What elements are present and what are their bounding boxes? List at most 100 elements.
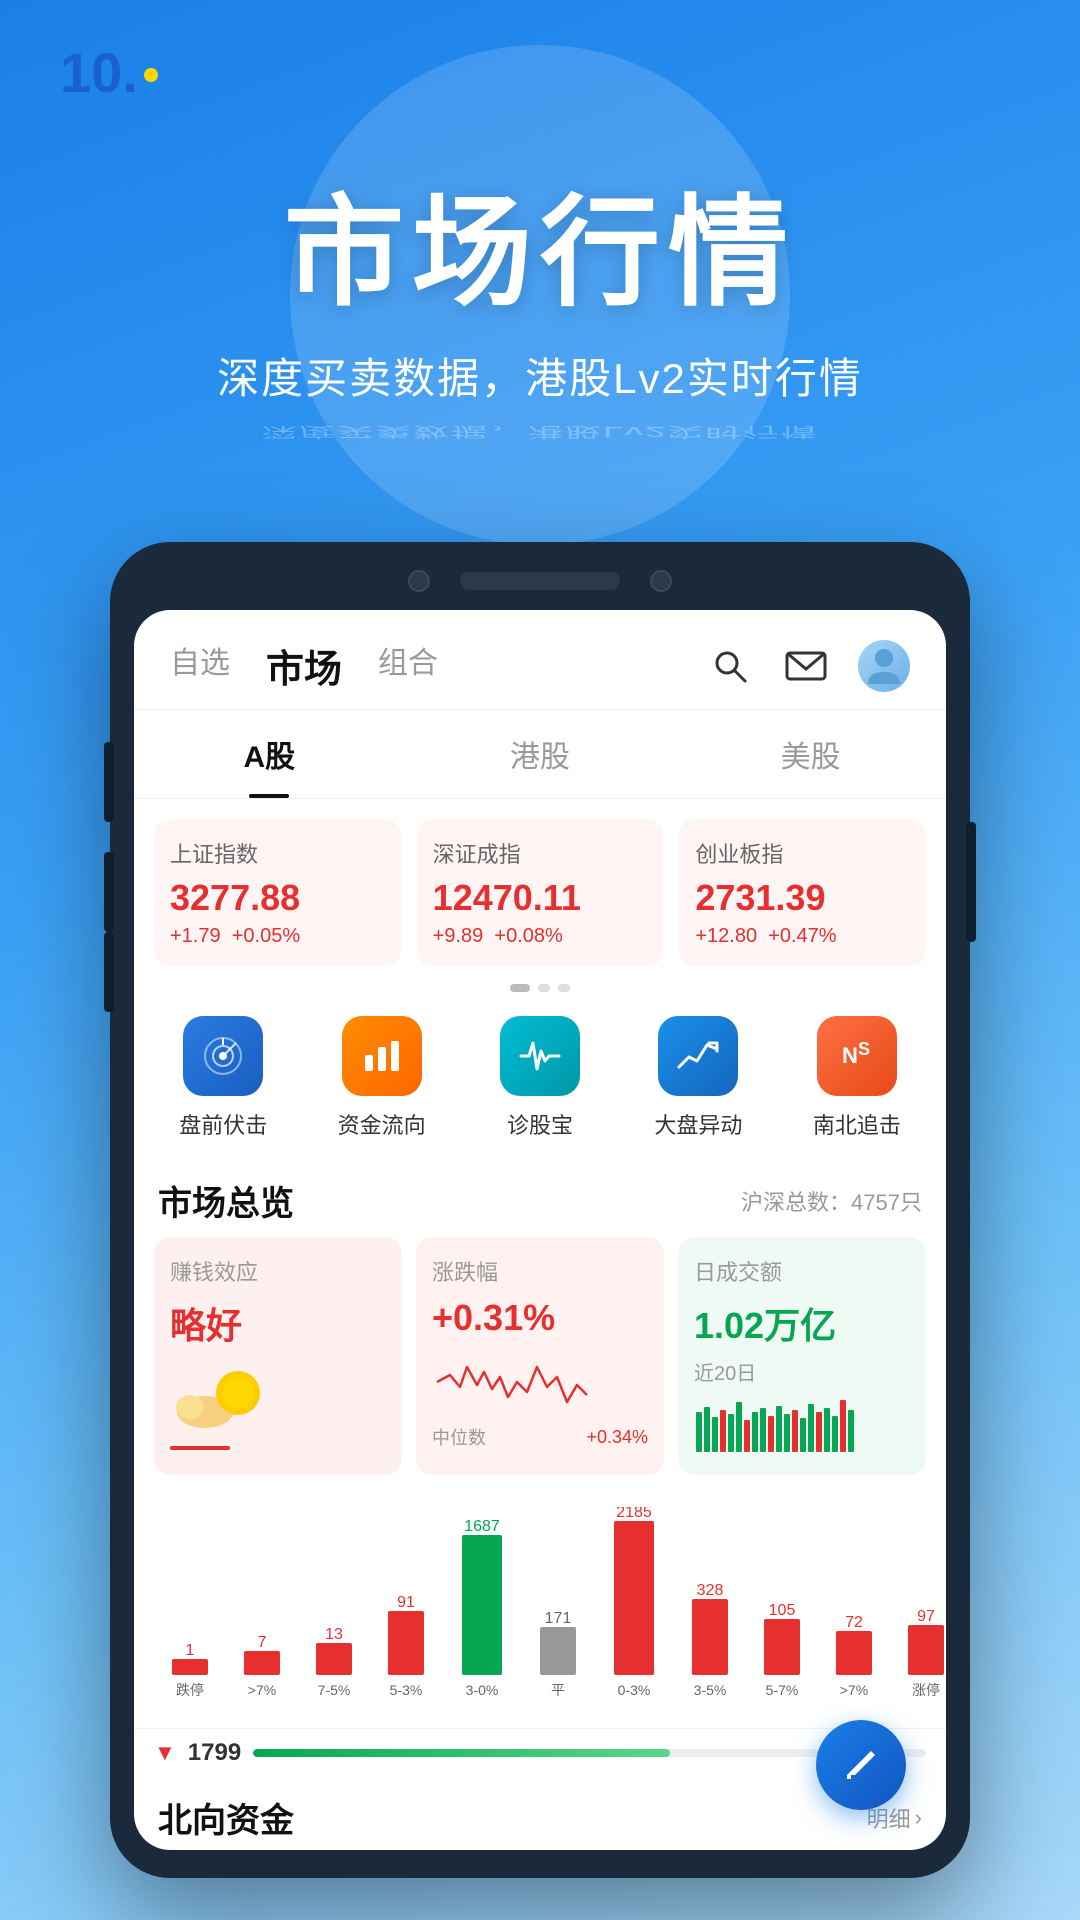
phone-screen: 自选 市场 组合 (134, 610, 946, 1850)
volume-card-title: 日成交额 (694, 1255, 910, 1287)
index-card-shanghai[interactable]: 上证指数 3277.88 +1.79 +0.05% (154, 819, 401, 966)
svg-text:7: 7 (258, 1634, 267, 1651)
phone-camera (408, 570, 430, 592)
main-nav-tabs: 自选 市场 组合 (170, 638, 706, 693)
svg-text:97: 97 (917, 1608, 935, 1625)
phone-side-btn-vol-down (104, 852, 114, 932)
radar-icon (200, 1033, 246, 1079)
hero-title: 市场行情 (60, 155, 1020, 329)
index-change-shenzhen: +9.89 +0.08% (433, 925, 648, 948)
indicator-arrow-icon: ▼ (154, 1740, 176, 1766)
svg-text:5-7%: 5-7% (766, 1682, 799, 1698)
sub-tab-a-shares[interactable]: A股 (134, 710, 405, 798)
mail-button[interactable] (782, 642, 830, 690)
logo-label: 10. (60, 40, 138, 105)
svg-text:1: 1 (186, 1642, 195, 1659)
svg-text:平: 平 (551, 1682, 565, 1698)
chevron-right-icon: › (915, 1805, 922, 1831)
svg-text:跌停: 跌停 (176, 1682, 204, 1698)
svg-text:1687: 1687 (464, 1518, 500, 1535)
panqian-label: 盘前伏击 (179, 1108, 267, 1140)
svg-text:5-3%: 5-3% (390, 1682, 423, 1698)
mail-icon (785, 647, 827, 685)
nav-tab-market[interactable]: 市场 (266, 638, 342, 693)
svg-text:171: 171 (545, 1610, 572, 1627)
search-button[interactable] (706, 642, 754, 690)
svg-text:7-5%: 7-5% (318, 1682, 351, 1698)
search-icon (711, 647, 749, 685)
nav-icon-group (706, 640, 910, 692)
market-card-volume[interactable]: 日成交额 1.02万亿 近20日 (678, 1237, 926, 1475)
distribution-chart-section: 1 跌停 7 >7% 13 7-5% 91 5-3% 1 (134, 1491, 946, 1728)
hero-subtitle-mirror: 深度买卖数据，港股Lv2实时行情 (60, 422, 1020, 443)
change-median-value: +0.34% (586, 1427, 648, 1448)
profit-underline (170, 1446, 230, 1450)
phone-side-btn-vol-up (104, 742, 114, 822)
index-value-shenzhen: 12470.11 (433, 877, 648, 919)
phone-top-bar (134, 570, 946, 592)
svg-text:>7%: >7% (840, 1682, 868, 1698)
index-change-chinext: +12.80 +0.47% (695, 925, 910, 948)
zijin-icon (342, 1016, 422, 1096)
change-card-value: +0.31% (432, 1297, 648, 1339)
pulse-icon (517, 1033, 563, 1079)
svg-text:N: N (842, 1043, 858, 1068)
dot-2 (538, 984, 550, 992)
nanbei-label: 南北追击 (813, 1108, 901, 1140)
change-card-title: 涨跌幅 (432, 1255, 648, 1287)
write-icon (837, 1741, 885, 1789)
volume-card-value: 1.02万亿 (694, 1297, 910, 1349)
app-top-nav: 自选 市场 组合 (134, 610, 946, 710)
index-card-chinext[interactable]: 创业板指 2731.39 +12.80 +0.47% (679, 819, 926, 966)
trend-icon (675, 1033, 721, 1079)
zhengu-label: 诊股宝 (507, 1108, 573, 1140)
zhengu-icon (500, 1016, 580, 1096)
svg-text:13: 13 (325, 1626, 343, 1643)
market-card-profit[interactable]: 赚钱效应 略好 (154, 1237, 402, 1475)
pagination-dots (134, 976, 946, 1000)
quick-action-zijin[interactable]: 资金流向 (302, 1016, 460, 1140)
svg-text:328: 328 (697, 1582, 724, 1599)
index-card-shenzhen[interactable]: 深证成指 12470.11 +9.89 +0.08% (417, 819, 664, 966)
logo-dot (144, 68, 158, 82)
fab-write-button[interactable] (816, 1720, 906, 1810)
market-overview-title: 市场总览 (158, 1176, 294, 1225)
quick-action-dapan[interactable]: 大盘异动 (619, 1016, 777, 1140)
svg-text:0-3%: 0-3% (618, 1682, 651, 1698)
market-cards-row: 赚钱效应 略好 (134, 1237, 946, 1491)
user-avatar[interactable] (858, 640, 910, 692)
quick-action-zhengu[interactable]: 诊股宝 (461, 1016, 619, 1140)
sub-tab-hk-shares[interactable]: 港股 (405, 710, 676, 798)
change-median-label: 中位数 (432, 1424, 486, 1450)
dot-1 (510, 984, 530, 992)
index-cards-row: 上证指数 3277.88 +1.79 +0.05% 深证成指 12470.11 … (134, 799, 946, 976)
hero-section: 市场行情 深度买卖数据，港股Lv2实时行情 深度买卖数据，港股Lv2实时行情 (0, 125, 1080, 522)
phone-mockup-container: 自选 市场 组合 (0, 542, 1080, 1878)
market-card-change[interactable]: 涨跌幅 +0.31% 中位数 +0.34% (416, 1237, 664, 1475)
market-overview-header: 市场总览 沪深总数：4757只 (134, 1156, 946, 1237)
sub-tab-us-shares[interactable]: 美股 (675, 710, 946, 798)
svg-text:涨停: 涨停 (912, 1682, 940, 1698)
market-overview-meta: 沪深总数：4757只 (741, 1185, 922, 1217)
nav-tab-portfolio[interactable]: 组合 (378, 638, 438, 693)
nanbei-icon: N S (817, 1016, 897, 1096)
svg-text:72: 72 (845, 1614, 863, 1631)
mini-line-chart (432, 1347, 592, 1417)
phone-side-btn-silent (104, 932, 114, 1012)
nav-tab-watchlist[interactable]: 自选 (170, 638, 230, 693)
sun-illustration (170, 1357, 270, 1437)
distribution-svg-chart: 1 跌停 7 >7% 13 7-5% 91 5-3% 1 (154, 1507, 946, 1707)
svg-text:S: S (858, 1039, 870, 1059)
zijin-label: 资金流向 (338, 1108, 426, 1140)
phone-side-btn-power (966, 822, 976, 942)
svg-text:2185: 2185 (616, 1507, 652, 1521)
chart-bar-icon (359, 1033, 405, 1079)
quick-action-nanbei[interactable]: N S 南北追击 (778, 1016, 936, 1140)
quick-action-panqian[interactable]: 盘前伏击 (144, 1016, 302, 1140)
index-change-shanghai: +1.79 +0.05% (170, 925, 385, 948)
dapan-icon (658, 1016, 738, 1096)
indicator-bar-fill (253, 1749, 670, 1757)
index-name-shanghai: 上证指数 (170, 837, 385, 869)
profit-card-title: 赚钱效应 (170, 1255, 386, 1287)
svg-text:3-5%: 3-5% (694, 1682, 727, 1698)
